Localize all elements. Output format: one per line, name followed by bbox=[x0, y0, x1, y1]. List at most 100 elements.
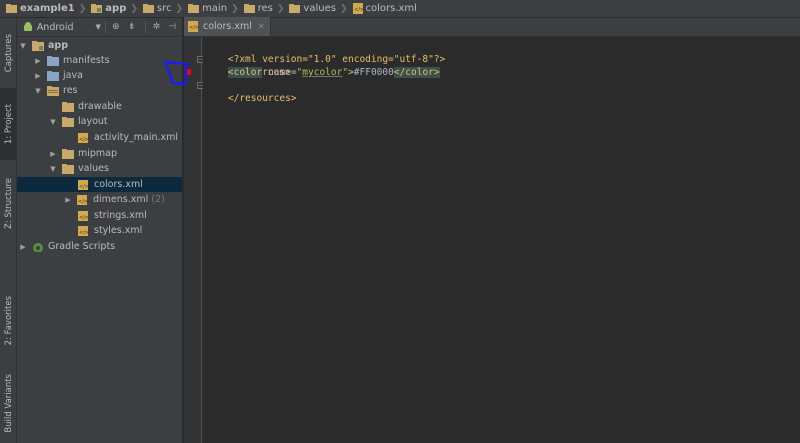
folder-icon bbox=[62, 116, 74, 127]
xml-file-icon: </> bbox=[78, 225, 89, 236]
folder-icon bbox=[62, 163, 74, 174]
svg-text:</>: </> bbox=[189, 25, 199, 31]
gear-icon[interactable]: ✲ bbox=[150, 21, 162, 33]
breadcrumb-item-res[interactable]: res bbox=[243, 3, 273, 14]
project-tree: ▼ app ▶ manifests ▶ java ▼ res drawable … bbox=[17, 37, 182, 443]
tab-favorites[interactable]: 2: Favorites bbox=[0, 288, 17, 353]
chevron-down-icon[interactable]: ▼ bbox=[19, 42, 27, 50]
xml-file-icon: </> bbox=[77, 194, 88, 205]
tab-structure[interactable]: Z: Structure bbox=[0, 168, 17, 238]
annotation-highlight bbox=[163, 60, 189, 86]
resources-close-tag: </resources> bbox=[227, 93, 297, 104]
code-line-1: <?xml version="1.0" encoding="utf-8"?> bbox=[205, 40, 445, 65]
tree-item-label: values bbox=[78, 163, 109, 174]
tab-colors-xml[interactable]: </> colors.xml ✕ bbox=[184, 17, 271, 36]
chevron-down-icon[interactable]: ▼ bbox=[49, 118, 57, 126]
xml-file-icon: </> bbox=[352, 3, 363, 14]
pin-icon[interactable]: ⊣ bbox=[166, 21, 178, 33]
tree-item-drawable[interactable]: drawable bbox=[17, 99, 182, 114]
folder-icon bbox=[243, 4, 255, 13]
breadcrumb-label: example1 bbox=[20, 3, 75, 14]
tree-item-activity-main-xml[interactable]: </> activity_main.xml bbox=[17, 130, 182, 145]
android-icon bbox=[24, 22, 32, 31]
breadcrumb-label: main bbox=[202, 3, 228, 14]
folder-icon bbox=[47, 70, 59, 81]
color-value-text: #FF0000 bbox=[353, 67, 394, 78]
tree-item-label: styles.xml bbox=[94, 225, 143, 236]
resource-folder-icon bbox=[47, 85, 59, 96]
breadcrumb-label: src bbox=[156, 3, 172, 14]
tree-item-layout[interactable]: ▼ layout bbox=[17, 114, 182, 129]
tab-captures[interactable]: Captures bbox=[0, 20, 17, 86]
tree-item-label: dimens.xml bbox=[93, 194, 149, 205]
breadcrumb-item-src[interactable]: src bbox=[142, 3, 172, 14]
chevron-right-icon[interactable]: ▶ bbox=[34, 57, 42, 65]
tool-window-strip: Captures 1: Project Z: Structure 2: Favo… bbox=[0, 18, 17, 443]
module-folder-icon bbox=[32, 40, 44, 51]
tab-label: 1: Project bbox=[3, 103, 14, 145]
tree-item-manifests[interactable]: ▶ manifests bbox=[17, 53, 182, 68]
tree-item-colors-xml[interactable]: </> colors.xml bbox=[17, 177, 182, 192]
code-line-3: <color name="mycolor">#FF0000</color> bbox=[205, 66, 440, 79]
tree-item-strings-xml[interactable]: </> strings.xml bbox=[17, 208, 182, 223]
svg-text:</>: </> bbox=[354, 7, 363, 13]
toolbar-divider bbox=[145, 21, 147, 33]
folder-icon bbox=[142, 4, 154, 13]
tree-item-label: drawable bbox=[78, 101, 122, 112]
close-icon[interactable]: ✕ bbox=[258, 22, 265, 31]
svg-text:</>: </> bbox=[79, 184, 89, 190]
svg-text:</>: </> bbox=[79, 137, 89, 143]
tree-item-mipmap[interactable]: ▶ mipmap bbox=[17, 146, 182, 161]
tree-item-gradle-scripts[interactable]: ▶ Gradle Scripts bbox=[17, 239, 182, 254]
xml-file-icon: </> bbox=[78, 179, 89, 190]
chevron-right-icon[interactable]: ▶ bbox=[49, 150, 57, 158]
tab-label: 2: Favorites bbox=[3, 295, 14, 346]
chevron-down-icon[interactable]: ▼ bbox=[49, 165, 57, 173]
tree-item-styles-xml[interactable]: </> styles.xml bbox=[17, 223, 182, 238]
chevron-right-icon: ❯ bbox=[130, 3, 138, 14]
chevron-down-icon[interactable]: ▼ bbox=[34, 87, 42, 95]
breadcrumb-label: app bbox=[105, 3, 127, 14]
tree-item-label: app bbox=[48, 40, 69, 51]
tree-item-label: java bbox=[63, 70, 83, 81]
color-open-tag: <color bbox=[227, 67, 263, 78]
breadcrumb-item-values[interactable]: values bbox=[289, 3, 336, 14]
breadcrumb-label: res bbox=[257, 3, 273, 14]
tree-item-label: colors.xml bbox=[94, 179, 143, 190]
folder-icon bbox=[62, 148, 74, 159]
tree-item-java[interactable]: ▶ java bbox=[17, 68, 182, 83]
chevron-down-icon[interactable]: ▼ bbox=[96, 23, 101, 31]
breadcrumb-label: colors.xml bbox=[365, 3, 417, 14]
view-mode-label[interactable]: Android bbox=[37, 22, 74, 33]
tree-item-label: activity_main.xml bbox=[94, 132, 179, 143]
chevron-right-icon[interactable]: ▶ bbox=[19, 243, 27, 251]
svg-text:</>: </> bbox=[79, 230, 89, 236]
collapse-all-icon[interactable]: ⇟ bbox=[126, 21, 138, 33]
variant-count-badge: (2) bbox=[151, 194, 165, 205]
chevron-right-icon[interactable]: ▶ bbox=[64, 196, 72, 204]
tree-item-label: mipmap bbox=[78, 148, 118, 159]
tab-label: Z: Structure bbox=[3, 177, 14, 229]
tree-item-res[interactable]: ▼ res bbox=[17, 83, 182, 98]
tab-build-variants[interactable]: Build Variants bbox=[0, 364, 17, 442]
breadcrumb-item-colors-xml[interactable]: </> colors.xml bbox=[352, 3, 417, 14]
svg-text:</>: </> bbox=[79, 215, 89, 221]
toolbar-divider bbox=[104, 21, 106, 33]
navigation-breadcrumb: example1 ❯ app ❯ src ❯ main ❯ res ❯ valu… bbox=[0, 0, 800, 18]
color-close-tag: </color> bbox=[393, 67, 440, 78]
breadcrumb-item-project[interactable]: example1 bbox=[6, 3, 75, 14]
breadcrumb-item-app[interactable]: app bbox=[91, 3, 126, 14]
folder-icon bbox=[62, 101, 74, 112]
attribute-value: mycolor bbox=[302, 67, 343, 78]
tree-item-app[interactable]: ▼ app bbox=[17, 38, 182, 53]
sync-icon[interactable]: ⊕ bbox=[110, 21, 122, 33]
folder-icon bbox=[188, 4, 200, 13]
chevron-right-icon[interactable]: ▶ bbox=[34, 72, 42, 80]
code-line-4: </resources> bbox=[205, 79, 297, 104]
tree-item-values[interactable]: ▼ values bbox=[17, 161, 182, 176]
breadcrumb-item-main[interactable]: main bbox=[188, 3, 227, 14]
code-editor[interactable]: <?xml version="1.0" encoding="utf-8"?> <… bbox=[203, 37, 800, 443]
tab-project[interactable]: 1: Project bbox=[0, 88, 17, 160]
gradle-icon bbox=[33, 242, 43, 252]
tree-item-dimens-xml[interactable]: ▶ </> dimens.xml (2) bbox=[17, 192, 182, 207]
